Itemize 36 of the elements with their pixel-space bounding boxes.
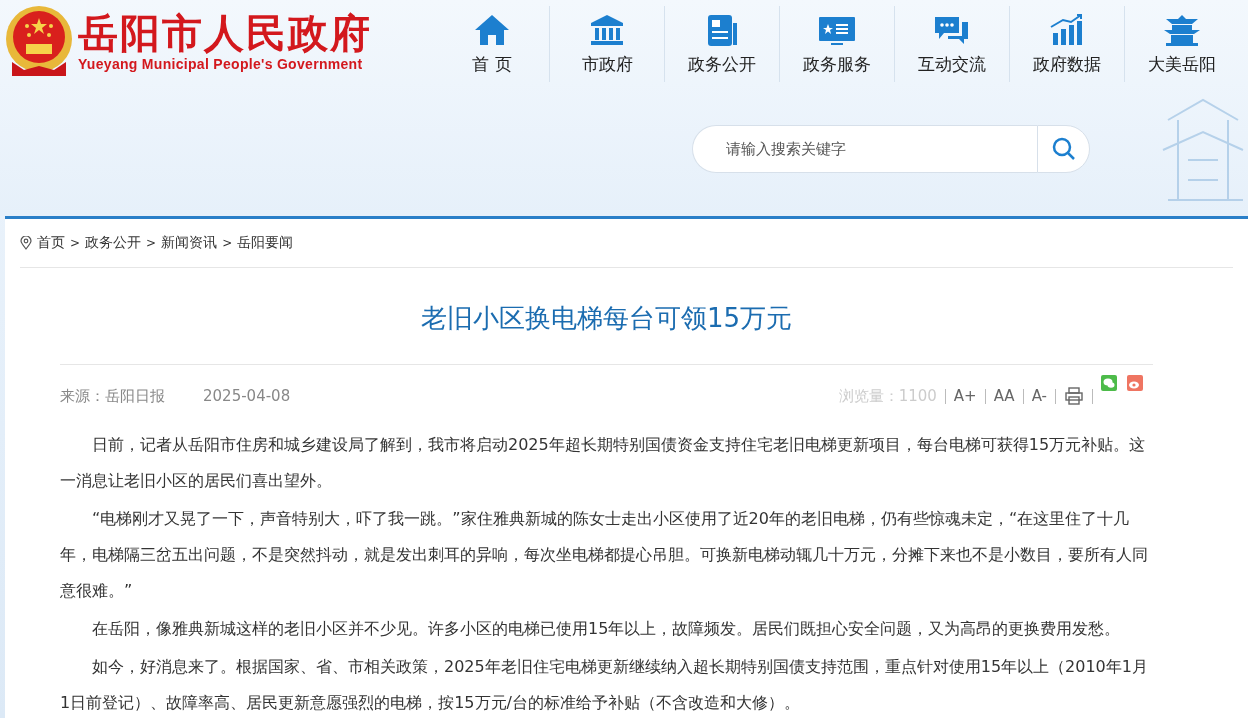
article-source: 来源：岳阳日报: [60, 386, 165, 406]
print-button[interactable]: [1064, 386, 1084, 406]
breadcrumb-separator: >: [222, 236, 233, 250]
nav-item[interactable]: 互动交流: [894, 6, 1009, 82]
nav-item[interactable]: 政府数据: [1009, 6, 1124, 82]
breadcrumb-separator: >: [70, 236, 81, 250]
breadcrumb-link[interactable]: 岳阳要闻: [237, 234, 294, 252]
search-button[interactable]: [1037, 125, 1090, 173]
breadcrumb-link[interactable]: 政务公开: [85, 234, 142, 252]
site-title[interactable]: 岳阳市人民政府: [78, 10, 372, 56]
search-field[interactable]: 请输入搜索关键字: [692, 125, 1037, 173]
article-paragraph: 在岳阳，像雅典新城这样的老旧小区并不少见。许多小区的电梯已使用15年以上，故障频发。居民们既担心安全问题，又为高昂的更换费用发愁。: [91, 618, 1122, 640]
nav-item[interactable]: 首 页: [435, 6, 549, 82]
breadcrumb-separator: >: [146, 236, 157, 250]
nav-item[interactable]: 政务服务: [779, 6, 894, 82]
emblem-icon: [4, 4, 74, 78]
breadcrumb-link[interactable]: 新闻资讯: [161, 234, 218, 252]
nav-item[interactable]: 市政府: [549, 6, 664, 82]
article-paragraph: 如今，好消息来了。根据国家、省、市相关政策，2025年老旧住宅电梯更新继续纳入超长期特别国债支持范围，重点针对使用15年以上（2010年1月1日前登记）、故障率高、居民更新意愿强烈的电梯，按15万元/台的标准给予补贴（不含改造和大修）。: [60, 656, 1149, 714]
nav-item[interactable]: 大美岳阳: [1124, 6, 1239, 82]
pavilion-icon: [1162, 12, 1202, 47]
location-pin-icon: [20, 236, 32, 250]
nav-item[interactable]: 政务公开: [664, 6, 779, 82]
font-size-button[interactable]: AA: [993, 387, 1015, 405]
site-subtitle: Yueyang Municipal People's Government: [78, 56, 364, 72]
chat-share-icon[interactable]: [1101, 375, 1117, 391]
search-icon: [1051, 137, 1076, 161]
article-date: 2025-04-08: [203, 387, 291, 405]
article-paragraph: “电梯刚才又晃了一下，声音特别大，吓了我一跳。”家住雅典新城的陈女士走出小区使用了近20年的老旧电梯，仍有些惊魂未定，“在这里住了十几年，电梯隔三岔五出问题，不是突然抖动，就是发出刺耳的异响，每次坐电梯都提心吊胆。可换新电梯动辄几十万元，分摊下来也不是小数目，要所有人同意很难。”: [60, 508, 1149, 602]
print-icon: [1064, 386, 1084, 406]
article-title: 老旧小区换电梯每台可领15万元: [60, 268, 1153, 365]
breadcrumb-link[interactable]: 首页: [37, 234, 65, 252]
share-icon[interactable]: [1127, 375, 1143, 391]
font-size-button[interactable]: A-: [1031, 387, 1047, 405]
font-size-button[interactable]: A+: [953, 387, 977, 405]
article-paragraph: 日前，记者从岳阳市住房和城乡建设局了解到，我市将启动2025年超长期特别国债资金支持住宅老旧电梯更新项目，每台电梯可获得15万元补贴。这一消息让老旧小区的居民们喜出望外。: [60, 434, 1147, 492]
